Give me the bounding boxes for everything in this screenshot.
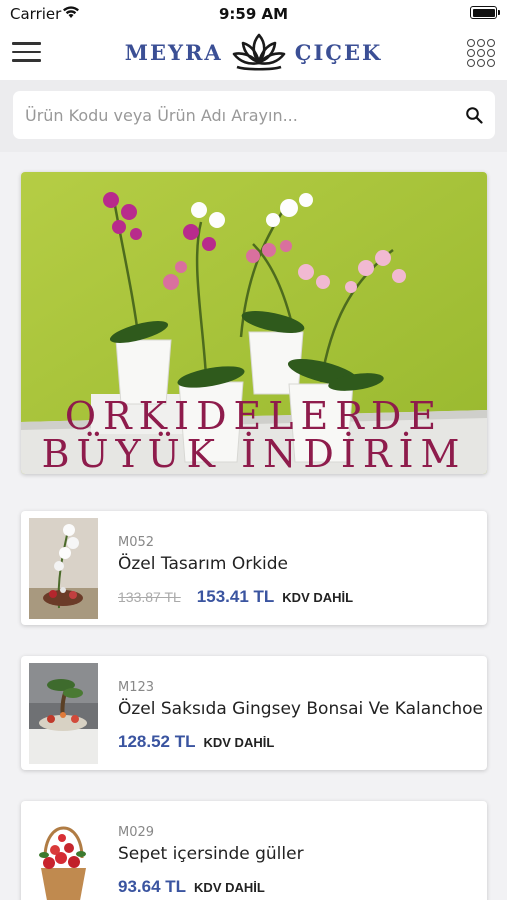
product-image xyxy=(29,518,98,619)
product-image xyxy=(29,808,98,900)
logo-text-right: ÇIÇEK xyxy=(294,39,383,65)
vat-label: KDV DAHİL xyxy=(194,880,265,895)
product-name: Sepet içersinde güller xyxy=(118,844,304,864)
product-price: 128.52 TL xyxy=(118,732,196,751)
old-price: 133.87 TL xyxy=(118,589,181,605)
search-input[interactable] xyxy=(25,91,445,139)
brand-logo[interactable]: MEYRA ÇIÇEK xyxy=(0,32,507,72)
product-name: Özel Saksıda Gingsey Bonsai Ve Kalanchoe xyxy=(118,699,483,719)
product-prices: 93.64 TL KDV DAHİL xyxy=(118,877,265,897)
product-prices: 128.52 TL KDV DAHİL xyxy=(118,732,274,752)
battery-icon xyxy=(470,6,500,19)
product-prices: 133.87 TL 153.41 TL KDV DAHİL xyxy=(118,587,353,607)
status-time: 9:59 AM xyxy=(218,5,289,23)
grid-icon[interactable] xyxy=(467,39,495,67)
product-code: M052 xyxy=(118,535,155,550)
product-card[interactable]: M029 Sepet içersinde güller 93.64 TL KDV… xyxy=(21,801,487,900)
banner-subheadline: BÜYÜK İNDİRİM xyxy=(41,432,467,474)
search-box[interactable] xyxy=(13,91,495,139)
search-bar xyxy=(0,80,507,152)
promo-banner[interactable]: ORKIDELERDE BÜYÜK İNDİRİM xyxy=(21,172,487,474)
app-header: MEYRA ÇIÇEK xyxy=(0,26,507,80)
product-code: M123 xyxy=(118,680,155,695)
product-card[interactable]: M123 Özel Saksıda Gingsey Bonsai Ve Kala… xyxy=(21,656,487,770)
lotus-logo-icon xyxy=(232,33,286,71)
product-card[interactable]: M052 Özel Tasarım Orkide 133.87 TL 153.4… xyxy=(21,511,487,625)
logo-text-left: MEYRA xyxy=(124,39,223,65)
vat-label: KDV DAHİL xyxy=(282,590,354,605)
product-price: 153.41 TL xyxy=(196,587,275,606)
product-price: 93.64 TL xyxy=(118,877,187,896)
vat-label: KDV DAHİL xyxy=(203,735,275,750)
product-code: M029 xyxy=(118,825,155,840)
status-bar: Carrier 9:59 AM xyxy=(0,0,507,26)
product-name: Özel Tasarım Orkide xyxy=(118,554,289,574)
product-image xyxy=(29,663,98,764)
search-icon[interactable] xyxy=(465,106,483,124)
